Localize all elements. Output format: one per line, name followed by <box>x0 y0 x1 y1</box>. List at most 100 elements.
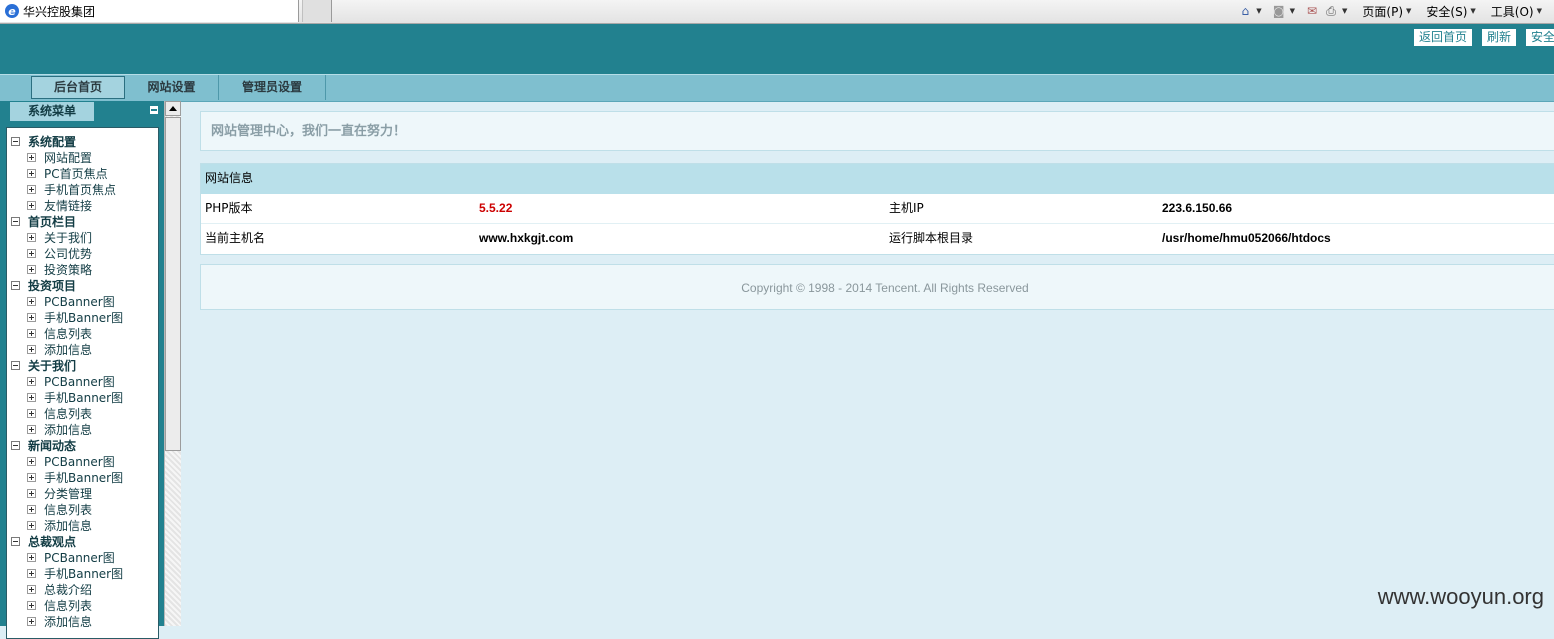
expand-icon <box>27 392 36 402</box>
hostname-label: 当前主机名 <box>205 231 266 245</box>
sidebar-item[interactable]: 投资策略 <box>11 261 123 277</box>
sidebar-group[interactable]: 系统配置 <box>11 133 123 149</box>
collapse-icon[interactable] <box>11 136 20 146</box>
sidebar-group[interactable]: 新闻动态 <box>11 437 123 453</box>
sidebar-tree-box: 系统配置 网站配置 PC首页焦点 手机首页焦点 友情链接 首页栏目 关于我们 公司优势 投资策略… <box>6 127 159 639</box>
sidebar-item-label: PCBanner图 <box>44 374 115 389</box>
sidebar-item[interactable]: 手机Banner图 <box>11 389 123 405</box>
welcome-panel: 网站管理中心，我们一直在努力！ <box>200 111 1554 151</box>
sidebar-group[interactable]: 总裁观点 <box>11 533 123 549</box>
sidebar-group[interactable]: 首页栏目 <box>11 213 123 229</box>
sidebar-item-label: PCBanner图 <box>44 454 115 469</box>
table-row: 当前主机名 www.hxkgjt.com 运行脚本根目录 /usr/home/h… <box>201 224 1554 253</box>
tools-menu[interactable]: 工具(O) <box>1491 3 1534 20</box>
collapse-icon[interactable] <box>150 106 158 114</box>
expand-icon <box>27 504 36 514</box>
sidebar-item[interactable]: 信息列表 <box>11 501 123 517</box>
back-home-link[interactable]: 返回首页 <box>1414 29 1473 46</box>
tab-admin-home[interactable]: 后台首页 <box>31 76 125 99</box>
sidebar-item[interactable]: PCBanner图 <box>11 373 123 389</box>
host-ip-label: 主机IP <box>889 201 924 215</box>
sidebar-item-label: 手机首页焦点 <box>44 182 117 197</box>
collapse-icon[interactable] <box>11 360 20 370</box>
expand-icon <box>27 376 36 386</box>
sidebar-item[interactable]: PCBanner图 <box>11 293 123 309</box>
expand-icon <box>27 408 36 418</box>
browser-tab[interactable]: e 华兴控股集团 <box>0 0 299 22</box>
sidebar-item[interactable]: 信息列表 <box>11 597 123 613</box>
sidebar-item[interactable]: 公司优势 <box>11 245 123 261</box>
print-icon[interactable]: ⎙ <box>1323 4 1339 18</box>
home-dropdown-icon[interactable]: ▼ <box>1256 7 1261 15</box>
sidebar-item[interactable]: 手机Banner图 <box>11 565 123 581</box>
sidebar-item[interactable]: 手机Banner图 <box>11 469 123 485</box>
feeds-icon[interactable]: ◙ <box>1271 4 1287 18</box>
expand-icon <box>27 616 36 626</box>
sidebar-item-label: 投资策略 <box>44 262 93 277</box>
sidebar-item[interactable]: 网站配置 <box>11 149 123 165</box>
refresh-link[interactable]: 刷新 <box>1482 29 1517 46</box>
sidebar-title: 系统菜单 <box>10 102 94 121</box>
page-menu[interactable]: 页面(P) <box>1362 3 1403 20</box>
tab-admin-settings[interactable]: 管理员设置 <box>219 75 326 100</box>
sidebar-item-label: 公司优势 <box>44 246 93 261</box>
safety-menu-dropdown-icon[interactable]: ▼ <box>1470 7 1475 15</box>
mail-icon[interactable]: ✉ <box>1304 4 1320 18</box>
sidebar-item[interactable]: 总裁介绍 <box>11 581 123 597</box>
browser-toolbar: e 华兴控股集团 ⌂ ▼ ◙ ▼ ✉ ⎙ ▼ 页面(P) ▼ 安全(S) ▼ 工具(O) ▼ <box>0 0 1554 24</box>
scroll-thumb[interactable] <box>165 117 181 451</box>
sidebar-item[interactable]: PCBanner图 <box>11 549 123 565</box>
safety-menu[interactable]: 安全(S) <box>1426 3 1467 20</box>
sidebar-item[interactable]: 添加信息 <box>11 421 123 437</box>
sidebar-item[interactable]: 添加信息 <box>11 613 123 629</box>
sidebar-item[interactable]: 添加信息 <box>11 341 123 357</box>
sidebar-group-label: 新闻动态 <box>28 438 77 453</box>
sidebar-item-label: 关于我们 <box>44 230 93 245</box>
sidebar-group[interactable]: 关于我们 <box>11 357 123 373</box>
expand-icon <box>27 232 36 242</box>
site-info-table: 网站信息 PHP版本 5.5.22 主机IP 223.6.150.66 当前主机… <box>200 163 1554 255</box>
sidebar-item-label: 信息列表 <box>44 598 93 613</box>
host-ip-value: 223.6.150.66 <box>1162 201 1233 215</box>
sidebar-group[interactable]: 投资项目 <box>11 277 123 293</box>
sidebar-item[interactable]: 手机Banner图 <box>11 309 123 325</box>
docroot-label: 运行脚本根目录 <box>889 231 974 245</box>
sidebar-scrollbar[interactable] <box>164 101 181 626</box>
sidebar-item[interactable]: 手机首页焦点 <box>11 181 123 197</box>
page-menu-dropdown-icon[interactable]: ▼ <box>1406 7 1411 15</box>
sidebar-item[interactable]: 信息列表 <box>11 405 123 421</box>
sidebar-item-label: 分类管理 <box>44 486 93 501</box>
sidebar-item[interactable]: 友情链接 <box>11 197 123 213</box>
expand-icon <box>27 184 36 194</box>
sidebar-item[interactable]: 信息列表 <box>11 325 123 341</box>
feeds-dropdown-icon[interactable]: ▼ <box>1290 7 1295 15</box>
sidebar-item[interactable]: 添加信息 <box>11 517 123 533</box>
expand-icon <box>27 168 36 178</box>
logout-link[interactable]: 安全退出 <box>1526 29 1554 46</box>
sidebar-item[interactable]: 分类管理 <box>11 485 123 501</box>
print-dropdown-icon[interactable]: ▼ <box>1342 7 1347 15</box>
collapse-icon[interactable] <box>11 280 20 290</box>
expand-icon <box>27 488 36 498</box>
collapse-icon[interactable] <box>11 216 20 226</box>
sidebar-item[interactable]: PC首页焦点 <box>11 165 123 181</box>
expand-icon <box>27 296 36 306</box>
expand-icon <box>27 424 36 434</box>
sidebar-item-label: 添加信息 <box>44 422 93 437</box>
tab-site-settings[interactable]: 网站设置 <box>125 75 219 100</box>
php-version-value: 5.5.22 <box>479 201 513 215</box>
scroll-up-arrow-icon[interactable] <box>165 101 181 116</box>
tools-menu-dropdown-icon[interactable]: ▼ <box>1537 7 1542 15</box>
sidebar-group-label: 关于我们 <box>28 358 77 373</box>
expand-icon <box>27 568 36 578</box>
new-tab-button[interactable] <box>302 0 332 22</box>
collapse-icon[interactable] <box>11 440 20 450</box>
sidebar-group-label: 投资项目 <box>28 278 77 293</box>
sidebar-item-label: 信息列表 <box>44 406 93 421</box>
sidebar-item[interactable]: PCBanner图 <box>11 453 123 469</box>
sidebar-item-label: 添加信息 <box>44 342 93 357</box>
home-icon[interactable]: ⌂ <box>1237 4 1253 18</box>
sidebar-item[interactable]: 关于我们 <box>11 229 123 245</box>
collapse-icon[interactable] <box>11 536 20 546</box>
watermark: www.wooyun.org <box>1377 584 1544 609</box>
